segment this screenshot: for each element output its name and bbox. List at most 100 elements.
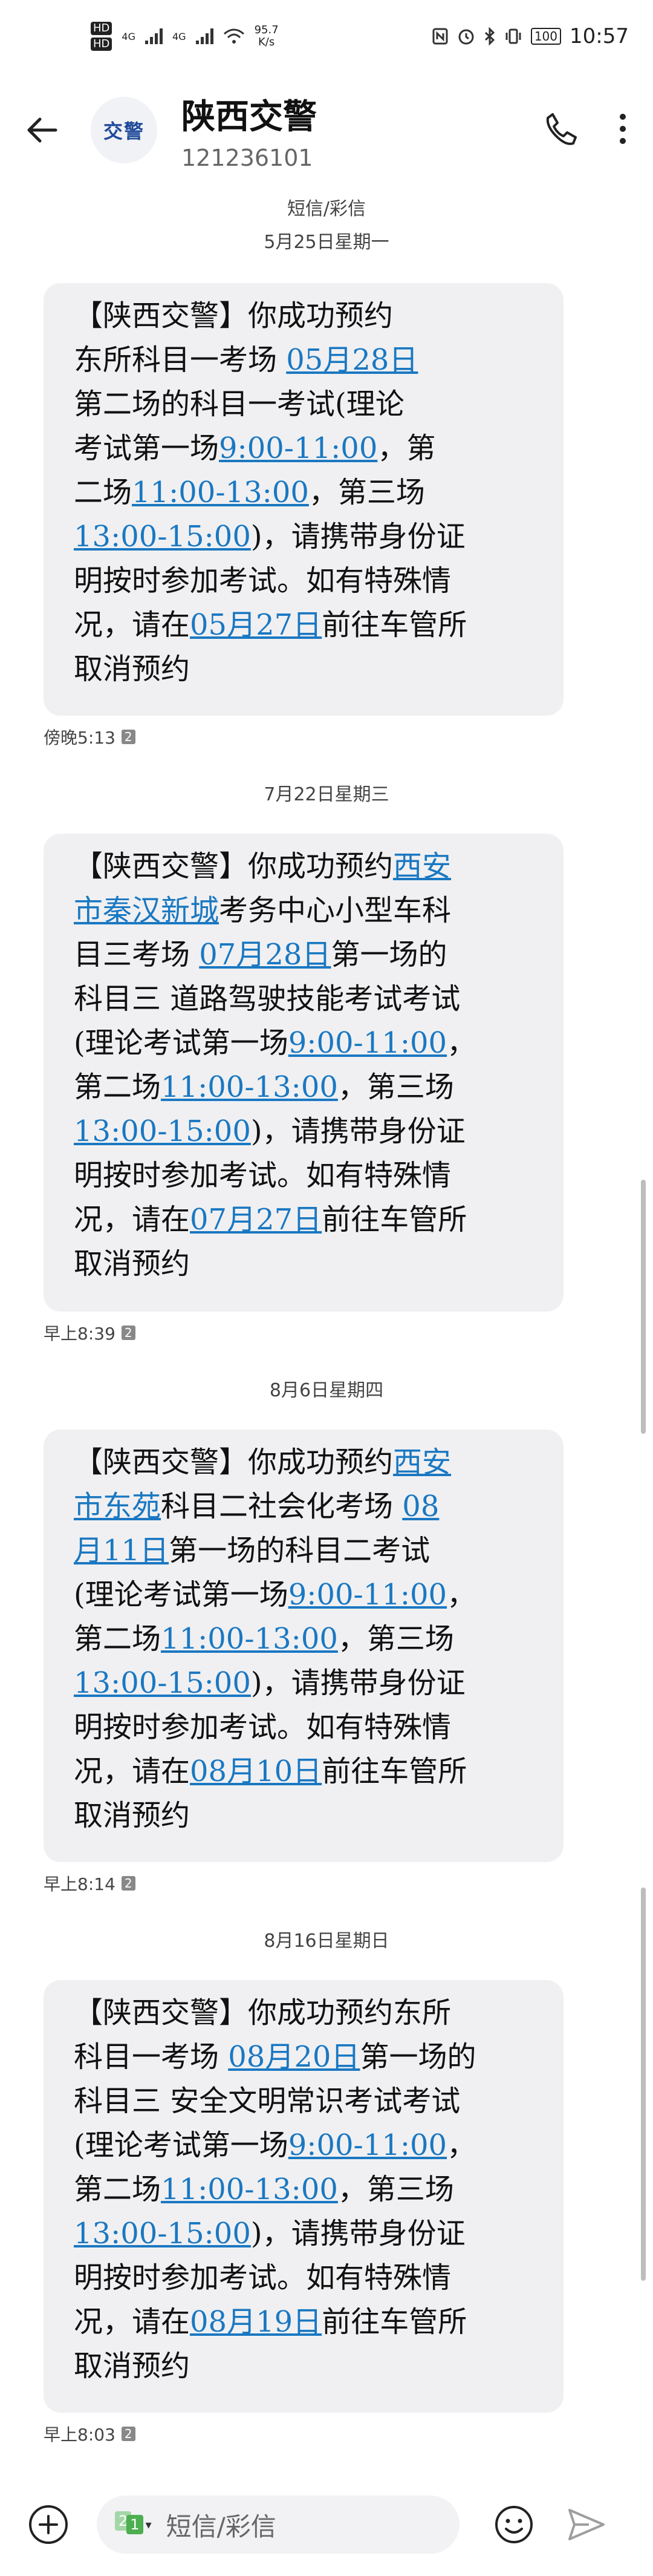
message-text: )，请携带身份证: [250, 1114, 466, 1148]
message-link[interactable]: 9:00-11:00: [288, 1026, 447, 1060]
message-link[interactable]: 08月20日: [228, 2040, 360, 2074]
message-text: 况，请在: [74, 1203, 190, 1237]
message-line: 市东苑科目二社会化考场 08: [74, 1485, 541, 1529]
message-link[interactable]: 08月10日: [190, 1754, 322, 1788]
message-link[interactable]: 9:00-11:00: [288, 1578, 447, 1612]
date-label: 8月16日星期日: [264, 1930, 389, 1952]
speed-value: 95.7: [254, 24, 279, 36]
message-text: 第二场: [74, 2172, 161, 2206]
message-line: 【陕西交警】你成功预约西安: [74, 845, 541, 889]
message-line: 况，请在05月27日前往车管所: [74, 603, 541, 647]
message-link[interactable]: 11:00-13:00: [161, 2172, 338, 2206]
message-type-label: 短信/彩信: [287, 198, 366, 220]
message-line: 考试第一场9:00-11:00，第: [74, 427, 541, 471]
sim-badge: 2: [121, 730, 135, 744]
speed-unit: K/s: [258, 36, 275, 48]
network-type-2: 4G: [172, 30, 186, 42]
message-line: 科目三 道路驾驶技能考试考试: [74, 977, 541, 1021]
status-right: 100 10:57: [432, 24, 629, 48]
message-line: 【陕西交警】你成功预约: [74, 294, 541, 338]
bluetooth-icon: [484, 27, 495, 45]
message-text: 第二场: [74, 1622, 161, 1656]
send-button[interactable]: [562, 2500, 611, 2549]
message-line: 第二场11:00-13:00，第三场: [74, 2168, 541, 2212]
message-line: 第二场的科目一考试(理论: [74, 382, 541, 427]
message-link[interactable]: 07月28日: [199, 938, 331, 972]
message-line: 明按时参加考试。如有特殊情: [74, 1154, 541, 1198]
sim-badge: 2: [121, 1876, 135, 1891]
scrollbar-thumb[interactable]: [641, 1180, 646, 1434]
message-text: 前往车管所: [322, 2305, 467, 2339]
send-icon: [568, 2509, 605, 2540]
message-link[interactable]: 9:00-11:00: [219, 431, 377, 465]
back-button[interactable]: [18, 106, 67, 154]
scrollbar-thumb-lower[interactable]: [641, 1888, 646, 2281]
message-bubble[interactable]: 【陕西交警】你成功预约 东所科目一考场 05月28日 第二场的科目一考试(理论 考试第…: [44, 283, 564, 716]
sim-badge-active: 1: [126, 2515, 143, 2534]
message-link[interactable]: 市秦汉新城: [74, 894, 219, 927]
attach-button[interactable]: [24, 2500, 73, 2549]
message-link[interactable]: 9:00-11:00: [288, 2128, 447, 2162]
status-bar: HD HD 4G 4G 95.7 K/s 100 10:57: [0, 0, 653, 73]
message-text: (理论考试第一场: [74, 1026, 288, 1060]
message-text: 况，请在: [74, 2305, 190, 2339]
message-text: 科目一考场: [74, 2040, 229, 2074]
message-link[interactable]: 11:00-13:00: [161, 1622, 338, 1656]
message-link[interactable]: 07月27日: [190, 1203, 322, 1237]
message-line: 况，请在07月27日前往车管所: [74, 1198, 541, 1242]
message-line: 【陕西交警】你成功预约西安: [74, 1440, 541, 1485]
message-link[interactable]: 市东苑: [74, 1489, 161, 1523]
message-link[interactable]: 13:00-15:00: [74, 2217, 251, 2251]
message-line: 目三考场 07月28日第一场的: [74, 933, 541, 977]
message-link[interactable]: 月11日: [74, 1534, 169, 1568]
message-text: ，第三场: [337, 2172, 454, 2206]
message-text: 二场: [74, 476, 132, 509]
message-link[interactable]: 西安: [393, 1445, 451, 1479]
message-line: 明按时参加考试。如有特殊情: [74, 1705, 541, 1750]
message-input[interactable]: 2 1 ▾ 短信/彩信: [97, 2496, 460, 2554]
phone-icon: [546, 113, 577, 145]
message-line: 况，请在08月10日前往车管所: [74, 1750, 541, 1794]
message-link[interactable]: 13:00-15:00: [74, 1114, 251, 1148]
message-link[interactable]: 05月27日: [190, 608, 322, 642]
message-line: 况，请在08月19日前往车管所: [74, 2300, 541, 2344]
message-time: 早上8:03: [44, 2425, 115, 2445]
chevron-down-icon: ▾: [145, 2517, 152, 2532]
avatar[interactable]: 交警: [91, 97, 157, 163]
emoji-button[interactable]: [490, 2500, 538, 2549]
message-link[interactable]: 13:00-15:00: [74, 1666, 251, 1700]
back-arrow-icon: [27, 117, 57, 143]
message-link[interactable]: 13:00-15:00: [74, 520, 251, 554]
message-link[interactable]: 11:00-13:00: [161, 1070, 338, 1104]
message-text: 取消预约: [74, 1799, 190, 1832]
message-text: ，第: [377, 431, 436, 465]
message-text: 目三考场: [74, 938, 200, 972]
message-text: 前往车管所: [322, 608, 467, 642]
message-bubble[interactable]: 【陕西交警】你成功预约西安 市东苑科目二社会化考场 08 月11日第一场的科目二考试…: [44, 1430, 564, 1862]
message-line: 13:00-15:00)，请携带身份证: [74, 1110, 541, 1154]
message-text: (理论考试第一场: [74, 1578, 288, 1612]
message-text: ，第三场: [308, 476, 425, 509]
message-text: )，请携带身份证: [250, 2217, 466, 2251]
message-text: (理论考试第一场: [74, 2128, 288, 2162]
message-bubble[interactable]: 【陕西交警】你成功预约西安 市秦汉新城考务中心小型车科 目三考场 07月28日第一场…: [44, 834, 564, 1312]
emoji-icon: [495, 2506, 533, 2543]
sim-selector[interactable]: 2 1 ▾: [115, 2511, 152, 2534]
message-line: 月11日第一场的科目二考试: [74, 1529, 541, 1573]
message-text: 第二场: [74, 1070, 161, 1104]
message-link[interactable]: 08月19日: [190, 2305, 322, 2339]
message-link[interactable]: 11:00-13:00: [132, 476, 309, 509]
message-text: 考试第一场: [74, 431, 219, 465]
message-link[interactable]: 05月28日: [286, 343, 418, 377]
message-text: )，请携带身份证: [250, 520, 466, 554]
message-text: 第二场的科目一考试(理论: [74, 387, 404, 421]
message-bubble[interactable]: 【陕西交警】你成功预约东所 科目一考场 08月20日第一场的 科目三 安全文明常识考…: [44, 1980, 564, 2413]
more-button[interactable]: [617, 110, 629, 151]
message-link[interactable]: 08: [402, 1489, 439, 1523]
sim-badge: 2: [121, 2427, 135, 2441]
call-button[interactable]: [542, 110, 580, 151]
message-text: 明按时参加考试。如有特殊情: [74, 1159, 452, 1192]
message-text: ，: [447, 1026, 476, 1060]
message-text: 况，请在: [74, 1754, 190, 1788]
message-link[interactable]: 西安: [393, 849, 451, 883]
